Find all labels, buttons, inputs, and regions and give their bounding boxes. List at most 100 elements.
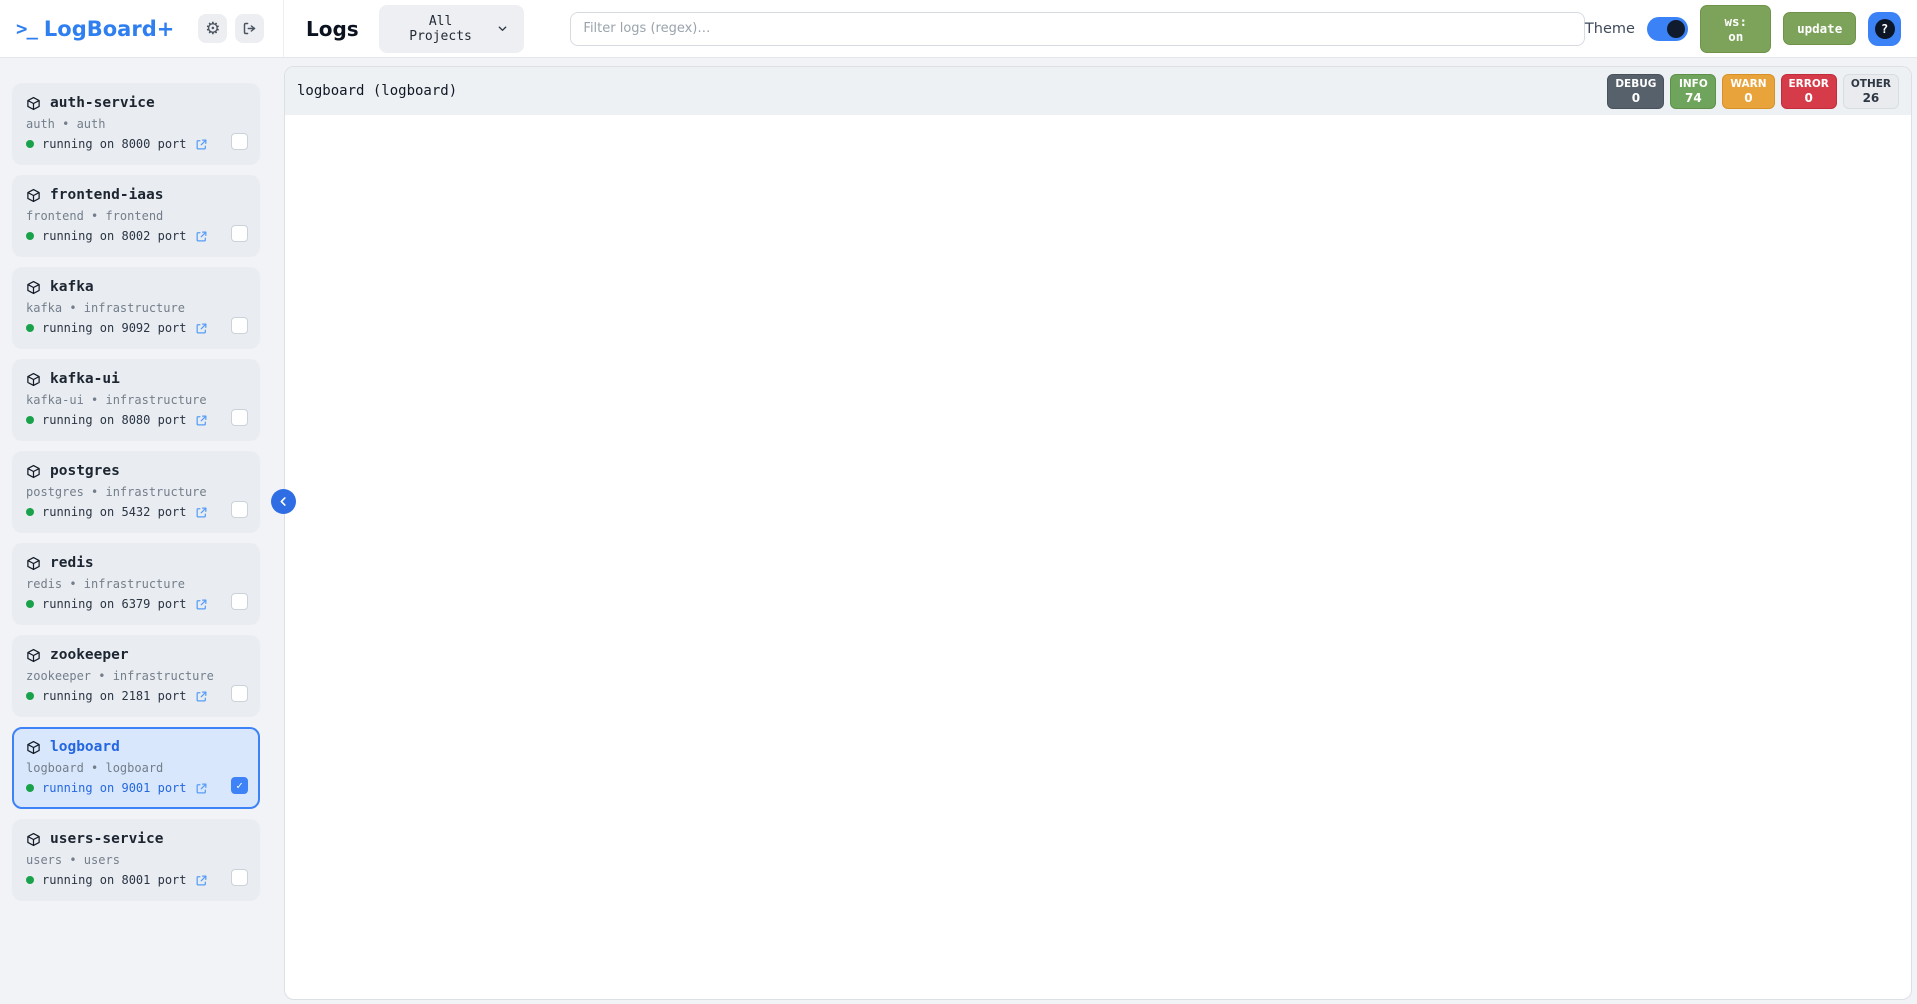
service-checkbox[interactable]: [231, 317, 248, 334]
status-dot: [26, 232, 34, 240]
log-level-badge[interactable]: WARN 0: [1722, 74, 1774, 109]
external-link-icon[interactable]: [195, 598, 208, 611]
badge-count: 74: [1678, 91, 1708, 105]
service-status-row: running on 9001 port: [26, 781, 246, 795]
service-card[interactable]: zookeeper zookeeper • infrastructure run…: [12, 635, 260, 717]
log-viewport[interactable]: [285, 115, 1911, 999]
service-card-header: zookeeper: [26, 647, 246, 663]
log-filter-input[interactable]: [570, 12, 1585, 46]
collapse-sidebar-button[interactable]: [271, 489, 296, 514]
badge-label: INFO: [1678, 78, 1708, 90]
service-card[interactable]: postgres postgres • infrastructure runni…: [12, 451, 260, 533]
app-title: LogBoard+: [44, 17, 174, 41]
service-status-text: running on 9092 port: [42, 321, 187, 335]
external-link-icon[interactable]: [195, 506, 208, 519]
project-filter-label: All Projects: [395, 14, 487, 44]
service-card-header: users-service: [26, 831, 246, 847]
service-checkbox[interactable]: [231, 593, 248, 610]
service-list: auth-service auth • auth running on 8000…: [12, 83, 260, 901]
badge-label: WARN: [1730, 78, 1766, 90]
service-checkbox[interactable]: [231, 409, 248, 426]
service-name: kafka-ui: [50, 371, 120, 387]
status-dot: [26, 784, 34, 792]
badge-count: 0: [1789, 91, 1829, 105]
service-checkbox[interactable]: [231, 133, 248, 150]
service-status-row: running on 6379 port: [26, 597, 246, 611]
service-meta: users • users: [26, 853, 246, 867]
settings-button[interactable]: ⚙: [198, 14, 227, 43]
service-name: users-service: [50, 831, 164, 847]
service-card[interactable]: kafka kafka • infrastructure running on …: [12, 267, 260, 349]
service-status-text: running on 8080 port: [42, 413, 187, 427]
log-level-badge[interactable]: INFO 74: [1670, 74, 1716, 109]
service-card-header: auth-service: [26, 95, 246, 111]
service-status-text: running on 2181 port: [42, 689, 187, 703]
logout-button[interactable]: [235, 14, 264, 43]
service-name: kafka: [50, 279, 94, 295]
main-header: Logs All Projects Theme ws: on update ?: [284, 0, 1917, 57]
external-link-icon[interactable]: [195, 322, 208, 335]
service-name: logboard: [50, 739, 120, 755]
external-link-icon[interactable]: [195, 414, 208, 427]
service-status-row: running on 8002 port: [26, 229, 246, 243]
external-link-icon[interactable]: [195, 138, 208, 151]
question-mark-icon: ?: [1875, 19, 1895, 39]
service-status-text: running on 9001 port: [42, 781, 187, 795]
external-link-icon[interactable]: [195, 782, 208, 795]
status-dot: [26, 508, 34, 516]
service-card-header: logboard: [26, 739, 246, 755]
external-link-icon[interactable]: [195, 874, 208, 887]
log-level-badge[interactable]: DEBUG 0: [1607, 74, 1664, 109]
badge-label: ERROR: [1789, 78, 1829, 90]
service-card[interactable]: users-service users • users running on 8…: [12, 819, 260, 901]
package-icon: [26, 464, 41, 479]
service-card[interactable]: frontend-iaas frontend • frontend runnin…: [12, 175, 260, 257]
external-link-icon[interactable]: [195, 230, 208, 243]
sidebar: auth-service auth • auth running on 8000…: [0, 58, 272, 1004]
service-checkbox[interactable]: [231, 685, 248, 702]
badge-count: 0: [1730, 91, 1766, 105]
package-icon: [26, 372, 41, 387]
log-panel-title: logboard (logboard): [297, 83, 457, 99]
service-checkbox[interactable]: [231, 501, 248, 518]
service-status-row: running on 9092 port: [26, 321, 246, 335]
service-status-text: running on 6379 port: [42, 597, 187, 611]
package-icon: [26, 188, 41, 203]
update-button[interactable]: update: [1783, 12, 1856, 45]
service-status-text: running on 8001 port: [42, 873, 187, 887]
service-name: auth-service: [50, 95, 155, 111]
status-dot: [26, 324, 34, 332]
service-status-text: running on 8000 port: [42, 137, 187, 151]
badge-count: 26: [1851, 91, 1891, 105]
log-level-badge[interactable]: OTHER 26: [1843, 74, 1899, 109]
log-level-badge[interactable]: ERROR 0: [1781, 74, 1837, 109]
external-link-icon[interactable]: [195, 690, 208, 703]
project-filter-dropdown[interactable]: All Projects: [379, 5, 525, 53]
service-checkbox[interactable]: [231, 777, 248, 794]
service-meta: postgres • infrastructure: [26, 485, 246, 499]
status-dot: [26, 140, 34, 148]
service-status-row: running on 5432 port: [26, 505, 246, 519]
service-checkbox[interactable]: [231, 225, 248, 242]
service-meta: redis • infrastructure: [26, 577, 246, 591]
theme-label: Theme: [1585, 21, 1635, 37]
package-icon: [26, 832, 41, 847]
badge-label: DEBUG: [1615, 78, 1656, 90]
websocket-toggle-button[interactable]: ws: on: [1700, 5, 1771, 53]
service-card[interactable]: logboard logboard • logboard running on …: [12, 727, 260, 809]
service-card[interactable]: auth-service auth • auth running on 8000…: [12, 83, 260, 165]
help-button[interactable]: ?: [1868, 12, 1901, 46]
package-icon: [26, 556, 41, 571]
service-card[interactable]: kafka-ui kafka-ui • infrastructure runni…: [12, 359, 260, 441]
badge-label: OTHER: [1851, 78, 1891, 90]
service-status-row: running on 8000 port: [26, 137, 246, 151]
package-icon: [26, 280, 41, 295]
service-name: zookeeper: [50, 647, 129, 663]
logout-icon: [242, 21, 257, 36]
log-panel: logboard (logboard) DEBUG 0 INFO 74 WARN…: [284, 66, 1912, 1000]
service-card[interactable]: redis redis • infrastructure running on …: [12, 543, 260, 625]
service-card-header: postgres: [26, 463, 246, 479]
service-meta: frontend • frontend: [26, 209, 246, 223]
theme-toggle[interactable]: [1647, 17, 1689, 41]
service-checkbox[interactable]: [231, 869, 248, 886]
